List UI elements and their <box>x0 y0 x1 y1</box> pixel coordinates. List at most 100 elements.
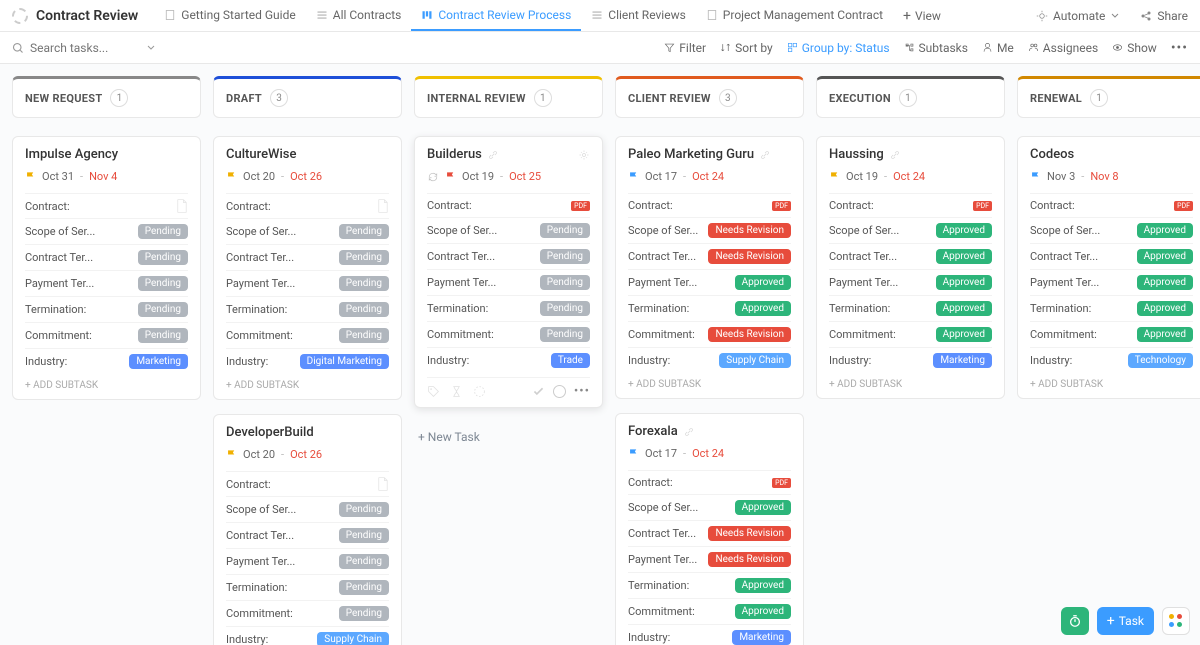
column-header[interactable]: INTERNAL REVIEW 1 <box>414 76 603 118</box>
toolbar: Filter Sort by Group by: Status Subtasks… <box>0 32 1200 64</box>
flag-icon <box>628 171 639 182</box>
add-subtask-button[interactable]: + ADD SUBTASK <box>1030 373 1193 390</box>
sprint-icon[interactable] <box>473 385 486 398</box>
card-more-button[interactable]: ••• <box>574 384 590 399</box>
field-terms: Contract Ter... <box>628 527 696 540</box>
search-wrap <box>12 41 156 55</box>
assignees-button[interactable]: Assignees <box>1028 41 1098 55</box>
link-icon <box>890 150 900 160</box>
date-end: Oct 26 <box>290 170 322 183</box>
tab-client-reviews[interactable]: Client Reviews <box>581 0 696 31</box>
add-subtask-button[interactable]: + ADD SUBTASK <box>226 374 389 391</box>
card-codeos[interactable]: Codeos Nov 3-Nov 8 Contract:PDF Scope of… <box>1017 136 1200 399</box>
field-termination: Termination: <box>1030 302 1091 315</box>
automate-button[interactable]: Automate <box>1026 5 1130 27</box>
column-draft: DRAFT 3 CultureWise Oct 20-Oct 26 Contra… <box>213 76 402 633</box>
apps-fab[interactable] <box>1162 607 1190 635</box>
card-haussing[interactable]: Haussing Oct 19-Oct 24 Contract:PDF Scop… <box>816 136 1005 399</box>
hourglass-icon[interactable] <box>450 385 463 398</box>
doc-icon <box>164 9 176 21</box>
column-new-request: NEW REQUEST 1 Impulse Agency Oct 31-Nov … <box>12 76 201 633</box>
tab-project-mgmt-contract[interactable]: Project Management Contract <box>696 0 893 31</box>
field-contract: Contract: <box>427 199 472 212</box>
subtask-icon <box>904 42 915 53</box>
more-button[interactable]: ••• <box>1171 40 1188 56</box>
tab-label: Project Management Contract <box>723 8 883 22</box>
status-badge: Approved <box>936 249 992 264</box>
column-header[interactable]: EXECUTION 1 <box>816 76 1005 118</box>
status-badge: Pending <box>138 276 188 291</box>
status-badge: Needs Revision <box>708 249 791 264</box>
date-start: Oct 20 <box>243 170 275 183</box>
field-terms: Contract Ter... <box>1030 250 1098 263</box>
add-subtask-button[interactable]: + ADD SUBTASK <box>628 373 791 390</box>
timer-fab[interactable] <box>1061 607 1089 635</box>
field-termination: Termination: <box>628 302 689 315</box>
card-builderus[interactable]: Builderus Oct 19-Oct 25 Contract:PDF Sco… <box>414 136 603 408</box>
share-icon <box>1140 10 1152 22</box>
status-badge: Approved <box>735 275 791 290</box>
search-input[interactable] <box>30 41 140 55</box>
field-commitment: Commitment: <box>829 328 896 341</box>
date-start: Oct 17 <box>645 447 677 460</box>
field-payment: Payment Ter... <box>829 276 898 289</box>
add-view-button[interactable]: +View <box>893 8 951 24</box>
column-client-review: CLIENT REVIEW 3 Paleo Marketing Guru Oct… <box>615 76 804 633</box>
industry-badge: Marketing <box>129 354 188 369</box>
card-culturewise[interactable]: CultureWise Oct 20-Oct 26 Contract: Scop… <box>213 136 402 400</box>
status-badge: Pending <box>138 302 188 317</box>
assignee-circle[interactable] <box>553 385 566 398</box>
status-badge: Pending <box>339 554 389 569</box>
add-subtask-button[interactable]: + ADD SUBTASK <box>829 373 992 390</box>
new-task-button[interactable]: + New Task <box>414 422 603 452</box>
field-scope: Scope of Ser... <box>226 503 296 516</box>
status-badge: Pending <box>339 302 389 317</box>
column-title: DRAFT <box>226 92 262 105</box>
status-badge: Pending <box>540 327 590 342</box>
card-paleo-marketing[interactable]: Paleo Marketing Guru Oct 17-Oct 24 Contr… <box>615 136 804 399</box>
top-bar: Contract Review Getting Started Guide Al… <box>0 0 1200 32</box>
groupby-button[interactable]: Group by: Status <box>787 41 890 55</box>
date-start: Oct 17 <box>645 170 677 183</box>
share-button[interactable]: Share <box>1140 9 1188 23</box>
tab-contract-review-process[interactable]: Contract Review Process <box>411 0 581 31</box>
tab-all-contracts[interactable]: All Contracts <box>306 0 412 31</box>
filter-button[interactable]: Filter <box>664 41 706 55</box>
column-header[interactable]: DRAFT 3 <box>213 76 402 118</box>
field-termination: Termination: <box>829 302 890 315</box>
gear-icon[interactable] <box>578 149 590 161</box>
card-title: Forexala <box>628 424 678 439</box>
card-impulse-agency[interactable]: Impulse Agency Oct 31-Nov 4 Contract: Sc… <box>12 136 201 400</box>
me-button[interactable]: Me <box>982 41 1014 55</box>
card-forexala[interactable]: Forexala Oct 17-Oct 24 Contract:PDF Scop… <box>615 413 804 645</box>
doc-icon <box>706 9 718 21</box>
date-start: Oct 19 <box>846 170 878 183</box>
status-badge: Approved <box>936 275 992 290</box>
chevron-down-icon[interactable] <box>146 43 156 53</box>
column-header[interactable]: RENEWAL 1 <box>1017 76 1200 118</box>
field-scope: Scope of Ser... <box>829 224 899 237</box>
date-end: Oct 24 <box>692 447 724 460</box>
add-subtask-button[interactable]: + ADD SUBTASK <box>25 374 188 391</box>
subtasks-button[interactable]: Subtasks <box>904 41 968 55</box>
fab-row: +Task <box>1061 607 1190 635</box>
stopwatch-icon <box>1068 614 1082 628</box>
new-task-fab[interactable]: +Task <box>1097 607 1154 635</box>
card-developerbuild[interactable]: DeveloperBuild Oct 20-Oct 26 Contract: S… <box>213 414 402 645</box>
column-header[interactable]: CLIENT REVIEW 3 <box>615 76 804 118</box>
tag-icon[interactable] <box>427 385 440 398</box>
automate-label: Automate <box>1053 9 1105 23</box>
status-badge: Pending <box>339 606 389 621</box>
search-icon <box>12 42 24 54</box>
check-icon[interactable] <box>532 385 545 398</box>
industry-badge: Marketing <box>732 630 791 645</box>
flag-icon <box>628 448 639 459</box>
sortby-button[interactable]: Sort by <box>720 41 773 55</box>
status-badge: Pending <box>540 301 590 316</box>
column-header[interactable]: NEW REQUEST 1 <box>12 76 201 118</box>
tab-getting-started[interactable]: Getting Started Guide <box>154 0 305 31</box>
field-payment: Payment Ter... <box>226 555 295 568</box>
show-button[interactable]: Show <box>1112 41 1157 55</box>
status-badge: Approved <box>1137 249 1193 264</box>
column-renewal: RENEWAL 1 Codeos Nov 3-Nov 8 Contract:PD… <box>1017 76 1200 633</box>
